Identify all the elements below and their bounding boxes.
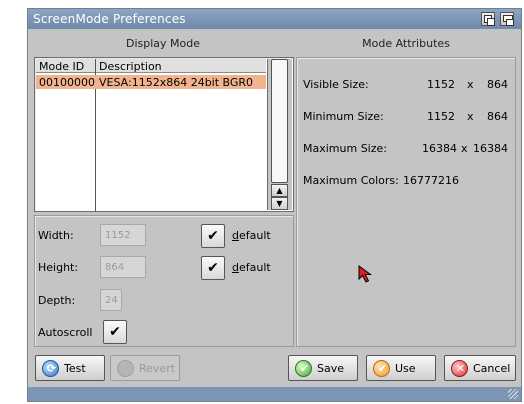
visible-size-width: 1152 [427,78,455,91]
column-header-mode-id[interactable]: Mode ID [39,60,84,73]
window-title: ScreenMode Preferences [33,12,186,26]
iconify-icon[interactable] [481,12,495,26]
height-label: Height: [38,261,79,274]
maximum-colors-value: 16777216 [403,174,459,187]
save-icon: ✔ [295,360,312,377]
maximum-size-height: 16384 [473,142,508,155]
save-button[interactable]: ✔ Save [288,355,358,381]
autoscroll-label: Autoscroll [38,326,93,339]
minimum-size-label: Minimum Size: [303,110,384,123]
maximum-colors-label: Maximum Colors: [303,174,399,187]
mode-id-cell: 00100000 [39,76,95,89]
depth-label: Depth: [38,294,76,307]
maximum-size-x: x [461,142,468,155]
height-default-label: default [232,261,271,274]
scroll-up-arrow-icon[interactable]: ▲ [271,184,288,197]
revert-button[interactable]: Revert [110,355,180,381]
minimum-size-width: 1152 [427,110,455,123]
use-button-label: Use [395,362,416,375]
height-field[interactable]: 864 [100,256,146,278]
test-button-label: Test [64,362,86,375]
height-default-checkbox[interactable]: ✔ [201,256,225,280]
depth-icon[interactable] [500,12,514,26]
test-icon: ⟳ [42,360,59,377]
scrollbar-thumb[interactable] [271,59,288,183]
cancel-button[interactable]: ✕ Cancel [444,355,516,381]
scroll-down-arrow-icon[interactable]: ▼ [271,197,288,210]
list-row-selected[interactable]: 00100000 VESA:1152x864 24bit BGR0 [36,75,266,89]
depth-field[interactable]: 24 [100,289,122,311]
status-bar [28,387,521,401]
button-bar: ⟳ Test Revert ✔ Save ✔ Use ✕ Cancel [28,349,521,387]
visible-size-label: Visible Size: [303,78,369,91]
minimum-size-height: 864 [487,110,508,123]
width-default-label: default [232,229,271,242]
width-label: Width: [38,229,74,242]
width-default-checkbox[interactable]: ✔ [201,224,225,248]
revert-icon [117,360,134,377]
mode-properties-panel: Width: 1152 ✔ default Height: 864 ✔ defa… [34,215,294,347]
cancel-button-label: Cancel [473,362,511,375]
maximum-size-label: Maximum Size: [303,142,387,155]
use-icon: ✔ [373,360,390,377]
save-button-label: Save [317,362,345,375]
list-header: Mode ID Description [36,59,266,73]
revert-button-label: Revert [139,362,176,375]
column-header-description[interactable]: Description [99,60,162,73]
test-button[interactable]: ⟳ Test [35,355,105,381]
visible-size-x: x [467,78,474,91]
maximum-size-width: 16384 [422,142,457,155]
resize-grip-icon[interactable] [508,389,518,399]
display-mode-header: Display Mode [125,37,200,50]
visible-size-height: 864 [487,78,508,91]
use-button[interactable]: ✔ Use [366,355,436,381]
description-cell: VESA:1152x864 24bit BGR0 [99,76,254,89]
mouse-pointer-icon [358,265,373,283]
mode-attributes-header: Mode Attributes [362,37,450,50]
cancel-icon: ✕ [451,360,468,377]
screenmode-window: ScreenMode Preferences Display Mode Mode… [27,8,522,402]
list-scrollbar[interactable]: ▲ ▼ [267,59,292,210]
title-bar[interactable]: ScreenMode Preferences [28,9,521,29]
autoscroll-checkbox[interactable]: ✔ [103,320,127,344]
minimum-size-x: x [467,110,474,123]
width-field[interactable]: 1152 [100,224,146,246]
mode-list[interactable]: Mode ID Description 00100000 VESA:1152x8… [34,57,294,212]
mode-attributes-panel: Visible Size: 1152 x 864 Minimum Size: 1… [296,57,516,347]
